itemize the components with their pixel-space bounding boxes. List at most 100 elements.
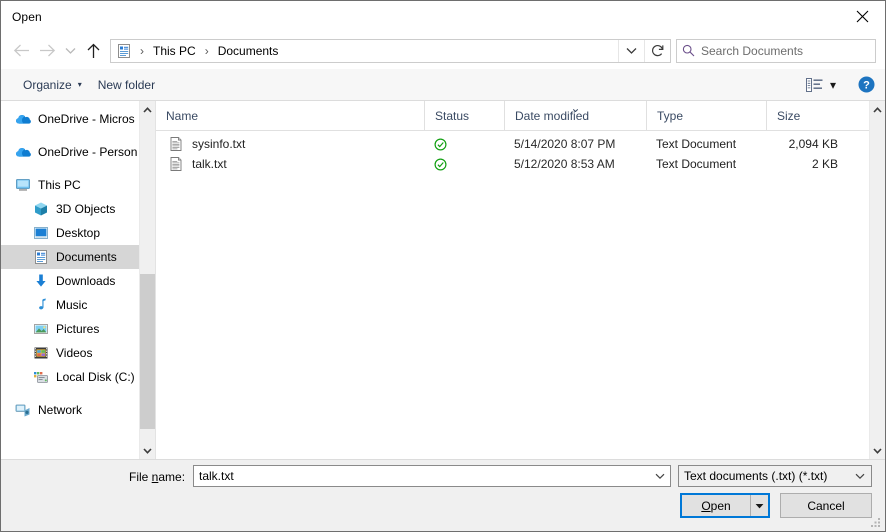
caret-down-icon	[755, 503, 764, 509]
open-label-accel: O	[701, 499, 710, 513]
sidebar-item-desktop[interactable]: Desktop	[1, 221, 139, 245]
new-folder-label: New folder	[98, 78, 155, 92]
breadcrumb-item-documents[interactable]: Documents	[214, 44, 283, 58]
organize-button[interactable]: Organize ▾	[15, 74, 90, 96]
sidebar-item-3d-objects[interactable]: 3D Objects	[1, 197, 139, 221]
file-name-label-pre: File	[129, 470, 152, 484]
resize-grip-icon[interactable]	[870, 516, 882, 528]
up-button[interactable]	[80, 38, 106, 64]
sidebar-item-onedrive-microsoft[interactable]: OneDrive - Micros	[1, 107, 139, 131]
column-header-size[interactable]: Size	[766, 101, 851, 130]
sidebar-item-label: Network	[38, 403, 82, 417]
file-type-cell: Text Document	[646, 137, 766, 151]
sidebar-item-label: Downloads	[56, 274, 115, 288]
sync-complete-check-icon	[434, 138, 447, 151]
address-dropdown-button[interactable]	[618, 40, 644, 62]
breadcrumb-item-this-pc[interactable]: This PC	[149, 44, 200, 58]
file-list: Name Status ⌄ Date modified Type Size	[156, 101, 869, 459]
scroll-down-button[interactable]	[140, 442, 155, 459]
organize-label: Organize	[23, 78, 72, 92]
desktop-icon	[33, 225, 49, 241]
column-header-status[interactable]: Status	[424, 101, 504, 130]
table-row[interactable]: sysinfo.txt 5/14/2020 8:07 PM Text Docum…	[156, 134, 869, 154]
breadcrumb-separator: ›	[200, 44, 214, 58]
sidebar-item-label: This PC	[38, 178, 81, 192]
chevron-down-icon	[655, 473, 665, 480]
open-button[interactable]: Open	[680, 493, 770, 518]
breadcrumb-separator: ›	[135, 44, 149, 58]
chevron-down-icon	[873, 448, 882, 454]
sidebar-item-music[interactable]: Music	[1, 293, 139, 317]
column-header-date-modified[interactable]: ⌄ Date modified	[504, 101, 646, 130]
file-name-cell[interactable]: talk.txt	[156, 156, 424, 172]
file-name-cell[interactable]: sysinfo.txt	[156, 136, 424, 152]
sidebar-item-onedrive-personal[interactable]: OneDrive - Person	[1, 140, 139, 164]
search-box[interactable]	[676, 39, 876, 63]
file-name-input[interactable]	[194, 468, 650, 484]
table-row[interactable]: talk.txt 5/12/2020 8:53 AM Text Document…	[156, 154, 869, 174]
scroll-thumb[interactable]	[140, 274, 155, 430]
sidebar-item-pictures[interactable]: Pictures	[1, 317, 139, 341]
help-button[interactable]: ?	[853, 76, 879, 93]
scroll-track[interactable]	[870, 118, 885, 442]
file-name: talk.txt	[192, 157, 227, 171]
downloads-arrow-icon	[33, 273, 49, 289]
sidebar-item-documents[interactable]: Documents	[1, 245, 139, 269]
close-icon[interactable]	[839, 1, 885, 32]
videos-film-icon	[33, 345, 49, 361]
file-name-dropdown-button[interactable]	[650, 473, 670, 480]
scroll-up-button[interactable]	[140, 101, 155, 118]
open-file-dialog: Open	[0, 0, 886, 532]
scroll-track[interactable]	[140, 118, 155, 442]
text-document-icon	[168, 136, 184, 152]
open-dropdown-button[interactable]	[750, 495, 768, 516]
column-header-name[interactable]: Name	[156, 101, 424, 130]
back-button[interactable]	[8, 38, 34, 64]
sort-indicator-icon: ⌄	[570, 102, 580, 114]
file-type-filter-combo[interactable]: Text documents (.txt) (*.txt)	[678, 465, 872, 487]
cancel-button[interactable]: Cancel	[780, 493, 872, 518]
music-note-icon	[33, 297, 49, 313]
navigation-pane: OneDrive - Micros OneDrive - Person	[1, 101, 156, 459]
column-header-label: Type	[657, 109, 683, 123]
file-type-cell: Text Document	[646, 157, 766, 171]
chevron-up-icon	[873, 107, 882, 113]
change-view-button[interactable]: ▾	[801, 74, 841, 96]
sidebar-gap	[1, 131, 139, 140]
this-pc-monitor-icon	[15, 177, 31, 193]
sidebar-item-network[interactable]: Network	[1, 398, 139, 422]
scroll-down-button[interactable]	[870, 442, 885, 459]
file-size-cell: 2,094 KB	[766, 137, 851, 151]
sidebar-item-label: Local Disk (C:)	[56, 370, 135, 384]
file-type-filter-dropdown-icon[interactable]	[849, 473, 871, 480]
file-name-combo[interactable]	[193, 465, 671, 487]
file-name: sysinfo.txt	[192, 137, 245, 151]
scroll-up-button[interactable]	[870, 101, 885, 118]
pictures-icon	[33, 321, 49, 337]
file-list-scrollbar[interactable]	[869, 101, 885, 459]
recent-locations-button[interactable]	[60, 38, 80, 64]
sidebar-item-downloads[interactable]: Downloads	[1, 269, 139, 293]
address-bar[interactable]: › This PC › Documents	[110, 39, 671, 63]
navigation-pane-scrollbar[interactable]	[139, 101, 155, 459]
sidebar-item-local-disk-c[interactable]: Local Disk (C:)	[1, 365, 139, 389]
search-icon	[677, 44, 699, 57]
sidebar-item-label: Videos	[56, 346, 92, 360]
refresh-button[interactable]	[644, 40, 670, 62]
title-bar: Open	[1, 1, 885, 32]
arrow-right-icon	[39, 43, 56, 58]
sidebar-item-videos[interactable]: Videos	[1, 341, 139, 365]
open-button-label[interactable]: Open	[682, 495, 750, 516]
help-icon: ?	[858, 76, 875, 93]
column-header-type[interactable]: Type	[646, 101, 766, 130]
breadcrumb[interactable]: › This PC › Documents	[111, 40, 618, 62]
sidebar-item-label: Pictures	[56, 322, 99, 336]
3d-objects-icon	[33, 201, 49, 217]
column-headers: Name Status ⌄ Date modified Type Size	[156, 101, 869, 131]
sidebar-item-label: OneDrive - Person	[38, 145, 137, 159]
sidebar-item-this-pc[interactable]: This PC	[1, 173, 139, 197]
new-folder-button[interactable]: New folder	[90, 74, 163, 96]
forward-button[interactable]	[34, 38, 60, 64]
sidebar-item-label: Desktop	[56, 226, 100, 240]
search-input[interactable]	[699, 44, 875, 58]
